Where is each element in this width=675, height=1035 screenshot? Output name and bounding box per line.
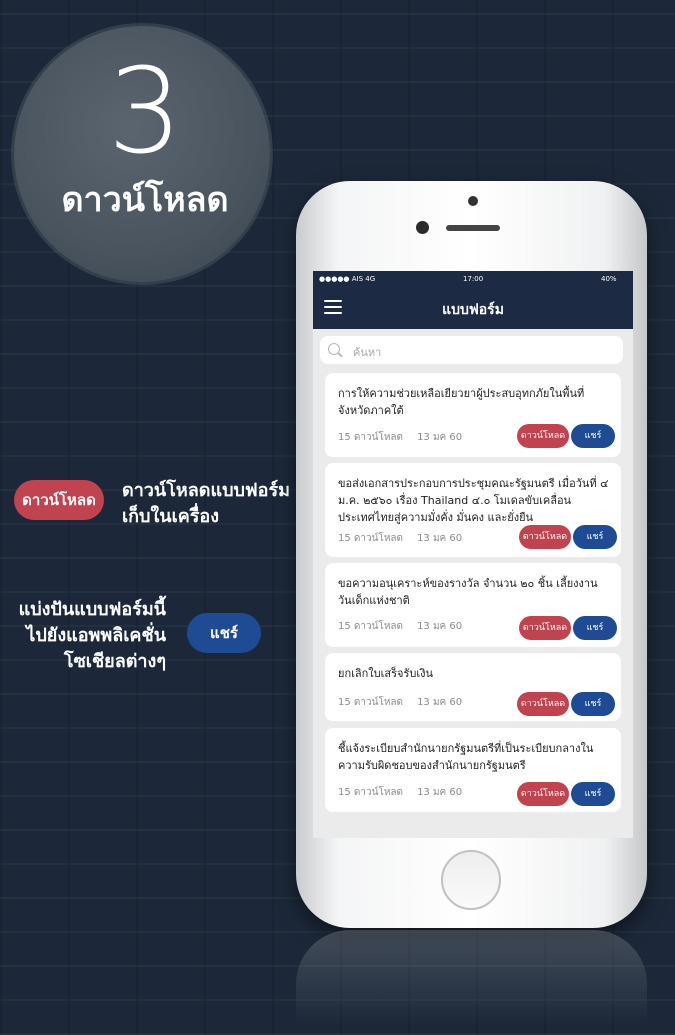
step-label: ดาวน์โหลด xyxy=(61,180,229,220)
form-meta: 15 ดาวน์โหลด 13 มค 60 xyxy=(338,785,462,800)
form-meta: 15 ดาวน์โหลด 13 มค 60 xyxy=(338,531,462,546)
form-card[interactable]: ขอความอนุเคราะห์ของรางวัล จำนวน ๒๐ ชิ้น … xyxy=(325,563,621,647)
download-pill-example: ดาวน์โหลด xyxy=(14,480,104,520)
form-date: 13 มค 60 xyxy=(417,787,463,798)
form-card[interactable]: ชี้แจ้งระเบียบสำนักนายกรัฐมนตรีที่เป็นระ… xyxy=(325,728,621,812)
download-button[interactable]: ดาวน์โหลด xyxy=(517,424,569,448)
search-placeholder: ค้นหา xyxy=(353,346,382,359)
form-title: การให้ความช่วยเหลือเยียวยาผู้ประสบอุทกภั… xyxy=(338,387,585,417)
share-pill-example: แชร์ xyxy=(187,613,261,653)
app-header: แบบฟอร์ม xyxy=(313,289,633,329)
form-card[interactable]: ยกเลิกใบเสร็จรับเงิน 15 ดาวน์โหลด 13 มค 6… xyxy=(325,653,621,721)
form-card[interactable]: การให้ความช่วยเหลือเยียวยาผู้ประสบอุทกภั… xyxy=(325,373,621,457)
download-button[interactable]: ดาวน์โหลด xyxy=(519,525,571,549)
download-count: 15 ดาวน์โหลด xyxy=(338,621,404,632)
download-count: 15 ดาวน์โหลด xyxy=(338,787,404,798)
earpiece-speaker xyxy=(446,225,500,231)
download-count: 15 ดาวน์โหลด xyxy=(338,533,404,544)
proximity-sensor xyxy=(416,221,429,234)
download-count: 15 ดาวน์โหลด xyxy=(338,432,404,443)
form-title: ชี้แจ้งระเบียบสำนักนายกรัฐมนตรีที่เป็นระ… xyxy=(338,742,594,772)
share-button[interactable]: แชร์ xyxy=(573,525,617,549)
download-button[interactable]: ดาวน์โหลด xyxy=(517,692,569,716)
phone-reflection xyxy=(296,930,647,1035)
battery-level: 40% xyxy=(601,275,617,283)
form-meta: 15 ดาวน์โหลด 13 มค 60 xyxy=(338,430,462,445)
share-button[interactable]: แชร์ xyxy=(573,616,617,640)
form-date: 13 มค 60 xyxy=(417,697,463,708)
share-button[interactable]: แชร์ xyxy=(571,692,615,716)
carrier-label: ●●●●● AIS 4G xyxy=(319,275,376,283)
form-date: 13 มค 60 xyxy=(417,533,463,544)
step-number: 3 xyxy=(107,42,183,180)
download-button[interactable]: ดาวน์โหลด xyxy=(517,782,569,806)
clock: 17:00 xyxy=(463,275,484,283)
status-bar: ●●●●● AIS 4G 17:00 40% xyxy=(313,271,633,289)
page-title: แบบฟอร์ม xyxy=(442,302,504,318)
home-button[interactable] xyxy=(441,850,501,910)
search-icon xyxy=(328,343,340,355)
search-input[interactable]: ค้นหา xyxy=(320,336,623,364)
share-description: แบ่งปันแบบฟอร์มนี้ ไปยังแอพพลิเคชั่น โซเ… xyxy=(18,599,166,672)
form-title: ขอส่งเอกสารประกอบการประชุมคณะรัฐมนตรี เม… xyxy=(338,477,609,524)
share-button[interactable]: แชร์ xyxy=(571,424,615,448)
share-button[interactable]: แชร์ xyxy=(571,782,615,806)
download-count: 15 ดาวน์โหลด xyxy=(338,697,404,708)
download-button[interactable]: ดาวน์โหลด xyxy=(519,616,571,640)
form-title: ยกเลิกใบเสร็จรับเงิน xyxy=(338,667,433,680)
form-card[interactable]: ขอส่งเอกสารประกอบการประชุมคณะรัฐมนตรี เม… xyxy=(325,463,621,557)
form-date: 13 มค 60 xyxy=(417,621,463,632)
download-description: ดาวน์โหลดแบบฟอร์ม เก็บในเครื่อง xyxy=(122,480,291,527)
front-camera xyxy=(468,196,478,206)
form-date: 13 มค 60 xyxy=(417,432,463,443)
app-screen: ●●●●● AIS 4G 17:00 40% แบบฟอร์ม ค้นหา กา… xyxy=(313,271,633,838)
form-meta: 15 ดาวน์โหลด 13 มค 60 xyxy=(338,619,462,634)
form-meta: 15 ดาวน์โหลด 13 มค 60 xyxy=(338,695,462,710)
form-title: ขอความอนุเคราะห์ของรางวัล จำนวน ๒๐ ชิ้น … xyxy=(338,577,598,607)
